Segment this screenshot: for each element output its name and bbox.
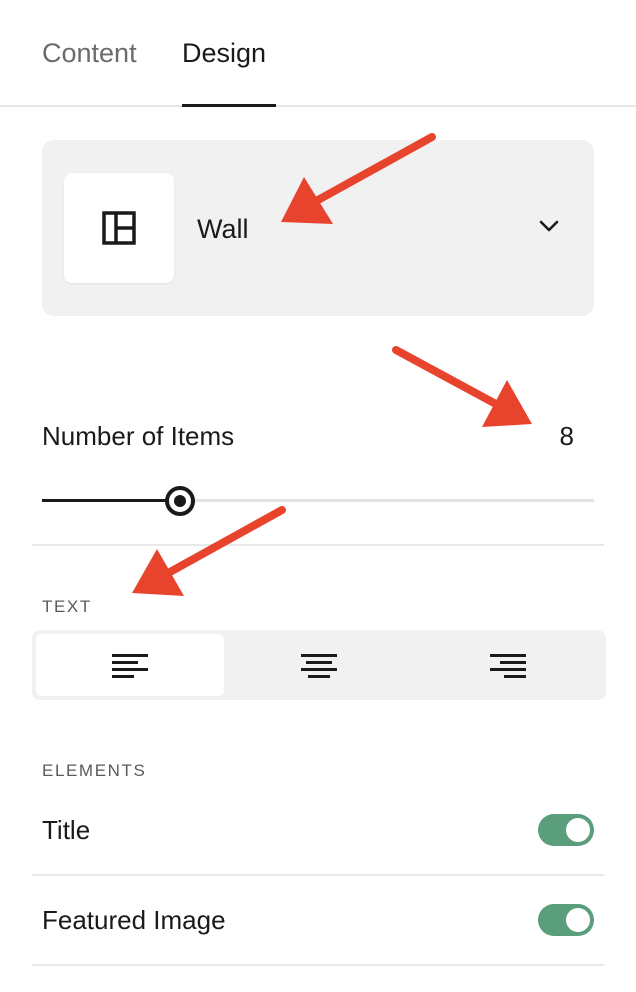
- items-slider[interactable]: [42, 484, 594, 518]
- items-value: 8: [559, 421, 574, 451]
- element-label: Title: [42, 815, 91, 845]
- element-label: Featured Image: [42, 905, 226, 935]
- arrow-icon: [132, 506, 286, 596]
- align-left-icon: [112, 654, 148, 678]
- element-row-title: Title: [42, 810, 594, 850]
- elements-section-label: ELEMENTS: [42, 761, 147, 780]
- align-center-icon: [301, 654, 337, 678]
- arrow-icon: [392, 346, 532, 427]
- align-right-button[interactable]: [414, 634, 602, 696]
- active-tab-indicator: [182, 104, 276, 107]
- layout-selector[interactable]: Wall: [42, 140, 594, 316]
- element-row-featured-image: Featured Image: [42, 900, 594, 940]
- divider: [32, 874, 604, 876]
- text-align-group: [32, 630, 606, 700]
- layout-thumbnail: [64, 173, 174, 283]
- tab-design[interactable]: Design: [182, 36, 266, 70]
- divider: [32, 544, 604, 546]
- slider-fill: [42, 499, 180, 502]
- layout-wall-icon: [102, 211, 136, 245]
- slider-handle[interactable]: [165, 486, 195, 516]
- align-right-icon: [490, 654, 526, 678]
- layout-name: Wall: [197, 214, 249, 244]
- items-label: Number of Items: [42, 421, 235, 451]
- text-section-label: TEXT: [42, 597, 92, 616]
- tab-bar: Content Design: [0, 0, 636, 107]
- align-center-button[interactable]: [225, 634, 413, 696]
- divider: [32, 964, 604, 966]
- chevron-down-icon[interactable]: [538, 218, 560, 234]
- tab-content[interactable]: Content: [42, 36, 137, 70]
- align-left-button[interactable]: [36, 634, 224, 696]
- title-toggle[interactable]: [538, 814, 594, 846]
- featured-image-toggle[interactable]: [538, 904, 594, 936]
